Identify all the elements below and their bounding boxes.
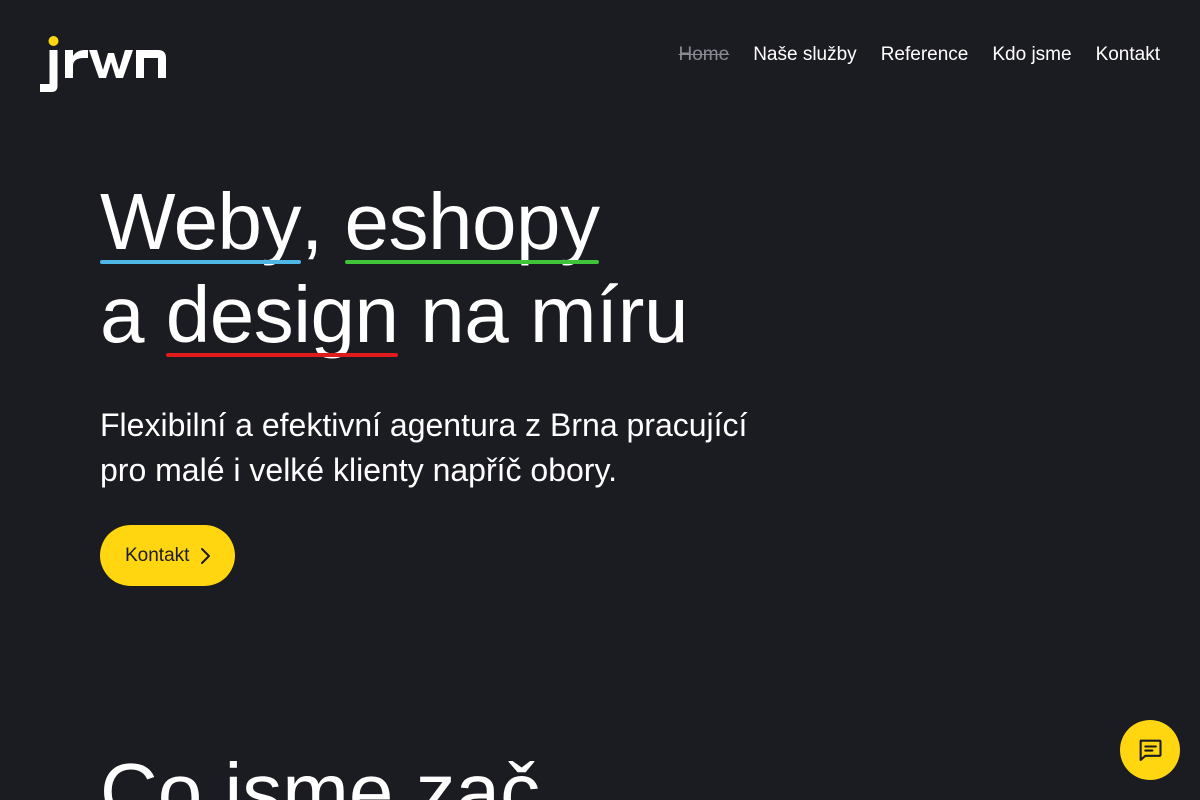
hero-title: Weby, eshopy a design na míru [100, 175, 688, 361]
nav-item-reference[interactable]: Reference [881, 44, 969, 66]
page: Home Naše služby Reference Kdo jsme Kont… [0, 0, 1200, 800]
chat-bubble-icon [1139, 739, 1162, 761]
contact-button-label: Kontakt [125, 544, 190, 566]
hero-comma: , [301, 177, 323, 266]
chat-button[interactable] [1120, 720, 1180, 780]
nav-item-contact[interactable]: Kontakt [1096, 44, 1160, 66]
jrwn-logo[interactable] [40, 34, 170, 94]
hero-subtitle: Flexibilní a efektivní agentura z Brna p… [100, 403, 800, 493]
chevron-right-icon [201, 547, 211, 564]
nav-item-home[interactable]: Home [679, 44, 730, 66]
hero-title-line-2: a design na míru [100, 268, 688, 361]
nav-item-services[interactable]: Naše služby [753, 44, 857, 66]
nav-item-about[interactable]: Kdo jsme [992, 44, 1071, 66]
main-nav: Home Naše služby Reference Kdo jsme Kont… [679, 44, 1161, 66]
hero-word-design: design [165, 270, 399, 359]
contact-button[interactable]: Kontakt [100, 525, 236, 586]
hero-word-weby: Weby [100, 177, 302, 266]
hero-title-line-1: Weby, eshopy [100, 175, 688, 268]
hero-word-na-miru: na míru [420, 270, 688, 359]
hero-subtitle-line-2: pro malé i velké klienty napříč obory. [100, 452, 617, 488]
hero-word-eshopy: eshopy [344, 177, 600, 266]
hero-subtitle-line-1: Flexibilní a efektivní agentura z Brna p… [100, 407, 748, 443]
section-title: Co jsme zač [100, 747, 541, 800]
hero-word-a: a [100, 270, 145, 359]
